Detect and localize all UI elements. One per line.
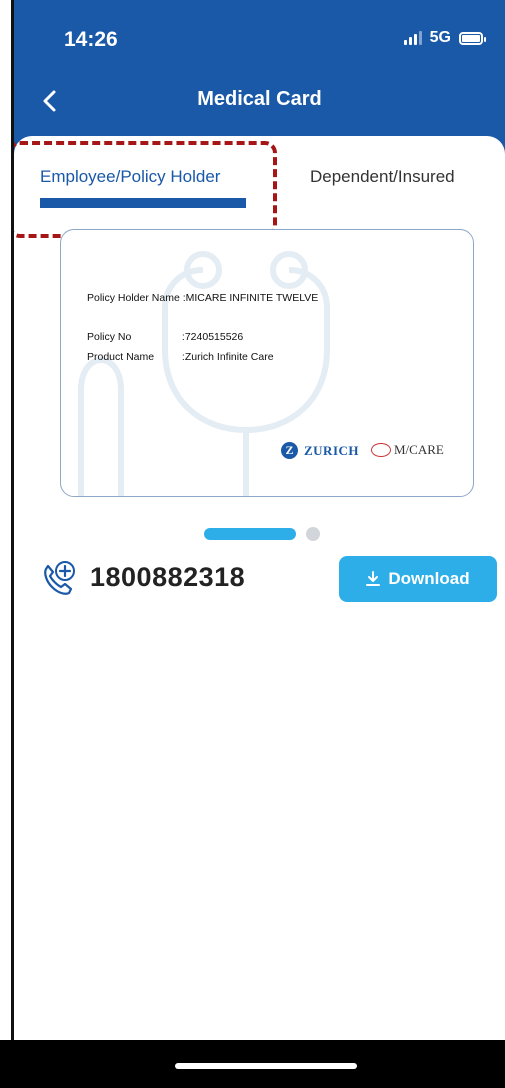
highlight-annotation-box (14, 141, 277, 238)
left-border (0, 0, 14, 1088)
phone-medical-icon (44, 561, 75, 595)
network-label: 5G (429, 29, 451, 46)
hotline-number[interactable]: 1800882318 (90, 562, 245, 593)
status-icons: 5G (403, 29, 486, 47)
micare-wordmark: M/CARE (394, 442, 444, 457)
policy-holder-value: :MICARE INFINITE TWELVE (182, 292, 319, 304)
micare-mark-icon (371, 443, 391, 457)
battery-icon (459, 31, 486, 45)
signal-icon (403, 31, 422, 45)
card-pager (204, 527, 320, 541)
home-indicator[interactable] (175, 1063, 357, 1069)
policy-holder-row: Policy Holder Name :MICARE INFINITE TWEL… (87, 292, 318, 304)
policy-number-label: Policy No (87, 331, 132, 343)
app-screen: 14:26 5G Medical Card Employee/Policy Ho… (14, 0, 505, 1088)
product-name-row: Product Name :Zurich Infinite Care (87, 351, 274, 363)
pager-dot[interactable] (306, 527, 320, 541)
status-time: 14:26 (64, 28, 118, 51)
pager-dot-active[interactable] (204, 528, 296, 540)
download-label: Download (388, 569, 470, 588)
policy-holder-label: Policy Holder Name (87, 292, 180, 304)
zurich-logo: Z ZURICH (281, 442, 359, 459)
download-icon (366, 571, 381, 586)
policy-number-value: :7240515526 (181, 331, 244, 343)
product-name-value: :Zurich Infinite Care (181, 351, 274, 363)
tab-dependent-insured[interactable]: Dependent/Insured (310, 167, 455, 187)
zurich-z-icon: Z (281, 442, 298, 459)
download-button[interactable]: Download (339, 556, 497, 602)
micare-logo: M/CARE (371, 442, 444, 458)
policy-number-row: Policy No :7240515526 (87, 331, 243, 343)
page-title: Medical Card (197, 88, 322, 110)
zurich-wordmark: ZURICH (304, 442, 360, 458)
medical-card: Policy Holder Name :MICARE INFINITE TWEL… (60, 229, 474, 497)
product-name-label: Product Name (87, 351, 155, 363)
